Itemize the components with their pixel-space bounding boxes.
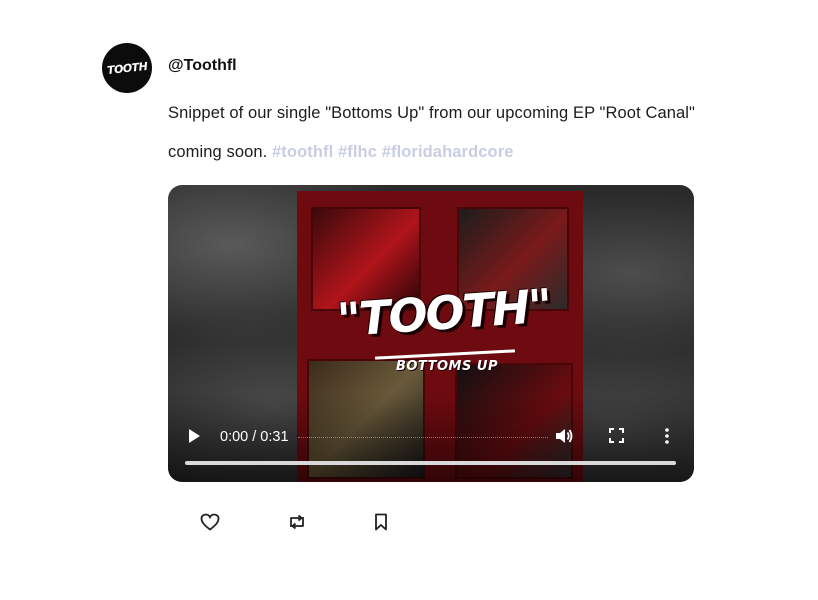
video-controls: 0:00 / 0:31	[168, 392, 694, 482]
post-text: Snippet of our single "Bottoms Up" from …	[168, 94, 708, 172]
post-hashtags[interactable]: #toothfl #flhc #floridahardcore	[272, 143, 513, 161]
avatar-logo: TOOTH	[106, 59, 148, 77]
post-actions	[0, 510, 818, 534]
play-icon[interactable]	[186, 428, 202, 444]
volume-icon[interactable]	[554, 426, 574, 446]
repost-icon[interactable]	[285, 510, 309, 534]
fullscreen-icon[interactable]	[609, 428, 624, 443]
user-handle[interactable]: @Toothfl	[168, 57, 237, 75]
poster-subtitle: BOTTOMS UP	[396, 359, 498, 374]
heart-icon[interactable]	[198, 510, 222, 534]
avatar[interactable]: TOOTH	[102, 43, 152, 93]
video-time: 0:00 / 0:31	[220, 429, 289, 445]
more-vertical-icon[interactable]	[662, 426, 672, 446]
bookmark-icon[interactable]	[369, 510, 393, 534]
progress-bar[interactable]	[185, 461, 676, 465]
video-player[interactable]: "TOOTH" BOTTOMS UP 0:00 / 0:31	[168, 185, 694, 482]
divider	[298, 437, 548, 438]
